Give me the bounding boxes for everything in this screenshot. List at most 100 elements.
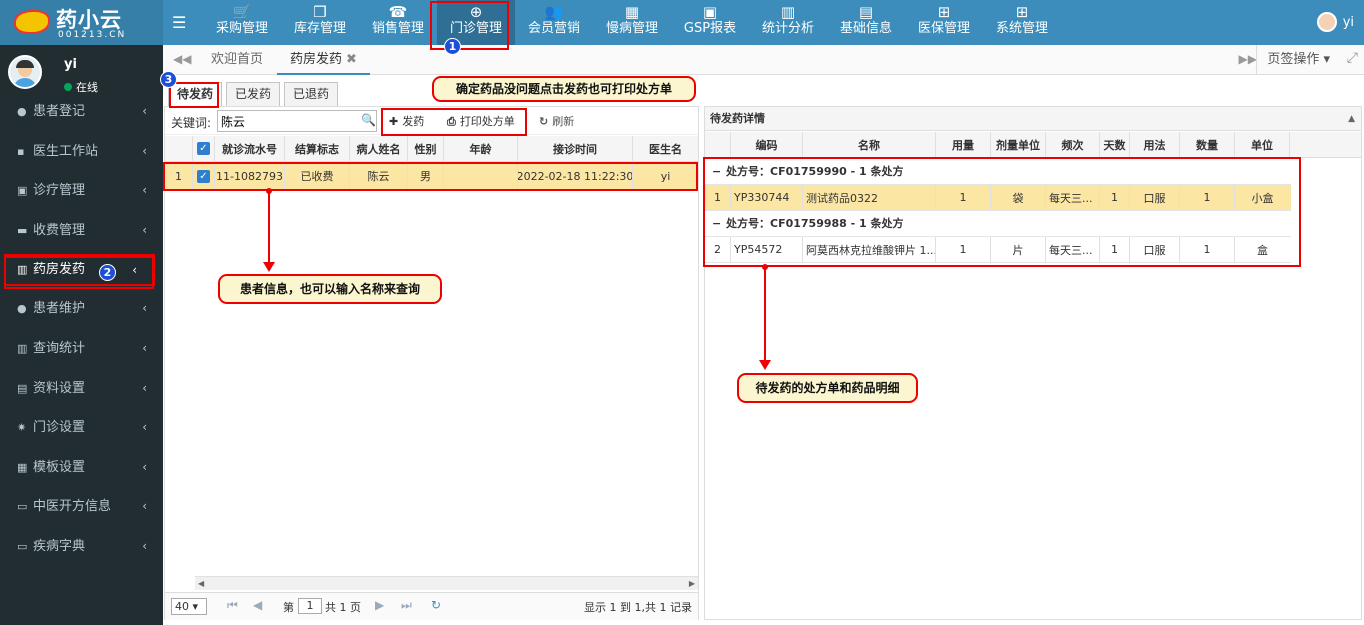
col-time[interactable]: 接诊时间	[518, 136, 633, 161]
annotation-arrow-line	[268, 193, 270, 262]
sidebar-item-0[interactable]: ● 患者登记 ‹	[0, 92, 163, 132]
col-code[interactable]: 编码	[731, 132, 803, 157]
brand-logo[interactable]: 药小云 001213.CN	[0, 0, 163, 45]
reload-icon[interactable]: ↻	[431, 598, 441, 612]
tab-scroll-left-icon[interactable]: ◀◀	[173, 52, 191, 66]
col-dose[interactable]: 用量	[936, 132, 991, 157]
callout-patient-info: 患者信息，也可以输入名称来查询	[218, 274, 442, 304]
tab-home[interactable]: 欢迎首页	[198, 45, 276, 75]
tab-dispensed[interactable]: 已发药	[226, 82, 281, 106]
print-prescription-button[interactable]: ⎙ 打印处方单	[447, 113, 515, 129]
topnav-item-7[interactable]: ▥ 统计分析	[749, 0, 827, 45]
topnav-item-4[interactable]: 👥 会员营销	[515, 0, 593, 45]
tab-pharmacy[interactable]: 药房发药 ✖	[277, 45, 370, 75]
side-menu: ● 患者登记 ‹ ▪ 医生工作站 ‹ ▣ 诊疗管理 ‹ ▬ 收费管理 ‹ ▥ 药房发药 ‹ ● 患者维护 ‹ ▥ 查询…	[0, 92, 163, 567]
sidebar-item-label: 模板设置	[33, 459, 86, 475]
sidebar-item-9[interactable]: ▦ 模板设置 ‹	[0, 448, 163, 488]
col-serial[interactable]: 就诊流水号	[215, 136, 285, 161]
tab-returned[interactable]: 已退药	[284, 82, 339, 106]
cell-dose: 1	[936, 237, 991, 262]
user-menu[interactable]: yi	[1316, 12, 1354, 32]
col-drug-name[interactable]: 名称	[803, 132, 936, 157]
first-page-icon[interactable]: ⏮	[227, 598, 238, 613]
page-size-select[interactable]: 40 ▾	[171, 598, 207, 615]
table-row[interactable]: 1 ✓ 11-1082793 已收费 陈云 男 2022-02-18 11:22…	[165, 163, 698, 189]
topnav-item-5[interactable]: ▦ 慢病管理	[593, 0, 671, 45]
sidebar-item-6[interactable]: ▥ 查询统计 ‹	[0, 329, 163, 369]
topnav-item-1[interactable]: ❒ 库存管理	[281, 0, 359, 45]
sidebar-item-7[interactable]: ▤ 资料设置 ‹	[0, 369, 163, 409]
step-badge-2: 2	[99, 264, 116, 281]
sidebar-item-5[interactable]: ● 患者维护 ‹	[0, 289, 163, 329]
collapse-icon[interactable]: ▲	[1348, 107, 1355, 131]
scroll-right-icon[interactable]: ▶	[689, 577, 695, 591]
col-frequency[interactable]: 频次	[1046, 132, 1100, 157]
sidebar-item-11[interactable]: ▭ 疾病字典 ‹	[0, 527, 163, 567]
col-age[interactable]: 年龄	[444, 136, 518, 161]
chevron-left-icon: ‹	[142, 499, 147, 514]
refresh-button[interactable]: ↻ 刷新	[539, 113, 574, 129]
last-page-icon[interactable]: ⏭	[401, 598, 412, 613]
chevron-left-icon: ‹	[142, 459, 147, 474]
cell-settle: 已收费	[285, 163, 350, 189]
sidebar-item-4[interactable]: ▥ 药房发药 ‹	[4, 254, 155, 287]
page-number-input[interactable]: 1	[298, 598, 322, 614]
next-page-icon[interactable]: ▶	[375, 598, 384, 612]
chevron-left-icon: ‹	[142, 104, 147, 118]
col-usage[interactable]: 用法	[1130, 132, 1180, 157]
cell-age	[444, 163, 518, 189]
select-all-checkbox[interactable]: ✓	[193, 136, 215, 161]
prescription-group-header[interactable]: − 处方号：CF01759988 - 1 条处方	[705, 211, 1291, 237]
sidebar-item-label: 资料设置	[33, 380, 86, 396]
horizontal-scrollbar[interactable]: ◀ ▶	[195, 576, 698, 590]
scroll-left-icon[interactable]: ◀	[198, 577, 204, 591]
col-doctor[interactable]: 医生名	[633, 136, 698, 161]
sidebar-item-2[interactable]: ▣ 诊疗管理 ‹	[0, 171, 163, 211]
col-unit[interactable]: 单位	[1235, 132, 1290, 157]
topnav-item-0[interactable]: 🛒 采购管理	[203, 0, 281, 45]
cart-icon: 🛒	[232, 3, 252, 21]
fullscreen-icon[interactable]: ⤢	[1347, 50, 1358, 66]
col-days[interactable]: 天数	[1100, 132, 1130, 157]
col-gender[interactable]: 性别	[408, 136, 444, 161]
page-ops-dropdown[interactable]: 页签操作 ▾	[1256, 45, 1330, 75]
collapse-group-icon[interactable]: −	[712, 159, 726, 185]
topnav-item-9[interactable]: ⊞ 医保管理	[905, 0, 983, 45]
col-dose-unit[interactable]: 剂量单位	[991, 132, 1046, 157]
col-quantity[interactable]: 数量	[1180, 132, 1235, 157]
box-icon: ❒	[313, 3, 327, 21]
col-settle[interactable]: 结算标志	[285, 136, 350, 161]
search-icon[interactable]: 🔍	[361, 113, 376, 127]
row-checkbox[interactable]: ✓	[193, 163, 215, 189]
chevron-left-icon: ‹	[142, 301, 147, 316]
topnav-item-6[interactable]: ▣ GSP报表	[671, 0, 749, 45]
prescription-group-header[interactable]: − 处方号：CF01759990 - 1 条处方	[705, 159, 1291, 185]
sidebar-item-8[interactable]: ✷ 门诊设置 ‹	[0, 408, 163, 448]
prescription-detail-panel: 待发药详情 ▲ 编码 名称 用量 剂量单位 频次 天数 用法 数量 单位 − 处方…	[704, 106, 1362, 620]
tab-pending[interactable]: 待发药	[168, 82, 223, 106]
table-row[interactable]: 2 YP54572 阿莫西林克拉维酸钾片 1... 1 片 每天三... 1 口…	[705, 237, 1291, 263]
prev-page-icon[interactable]: ◀	[253, 598, 262, 612]
sidebar-item-1[interactable]: ▪ 医生工作站 ‹	[0, 132, 163, 172]
topnav-item-2[interactable]: ☎ 销售管理	[359, 0, 437, 45]
keyword-input[interactable]	[217, 110, 377, 132]
sidebar: yi 在线 ● 患者登记 ‹ ▪ 医生工作站 ‹ ▣ 诊疗管理 ‹ ▬ 收费管理 ‹ ▥ 药房发药 ‹ ● 患者…	[0, 45, 163, 625]
sidebar-item-10[interactable]: ▭ 中医开方信息 ‹	[0, 487, 163, 527]
dispense-button[interactable]: ✚ 发药	[389, 113, 424, 129]
medkit-icon: ▣	[17, 184, 28, 198]
close-icon[interactable]: ✖	[346, 52, 357, 67]
sidebar-item-3[interactable]: ▬ 收费管理 ‹	[0, 211, 163, 251]
topnav-item-10[interactable]: ⊞ 系统管理	[983, 0, 1061, 45]
collapse-group-icon[interactable]: −	[712, 211, 726, 237]
topnav-label: 门诊管理	[449, 21, 502, 36]
refresh-icon: ↻	[539, 115, 549, 128]
cell-doctor: yi	[660, 169, 671, 183]
menu-toggle-icon[interactable]: ☰	[172, 13, 186, 32]
sidebar-item-label: 医生工作站	[33, 143, 99, 159]
chevron-left-icon: ‹	[142, 538, 147, 553]
topnav-item-8[interactable]: ▤ 基础信息	[827, 0, 905, 45]
col-name[interactable]: 病人姓名	[350, 136, 408, 161]
row-number-header	[165, 136, 193, 161]
table-row[interactable]: 1 YP330744 测试药品0322 1 袋 每天三... 1 口服 1 小盒	[705, 185, 1291, 211]
tab-scroll-right-icon[interactable]: ▶▶	[1239, 52, 1257, 66]
